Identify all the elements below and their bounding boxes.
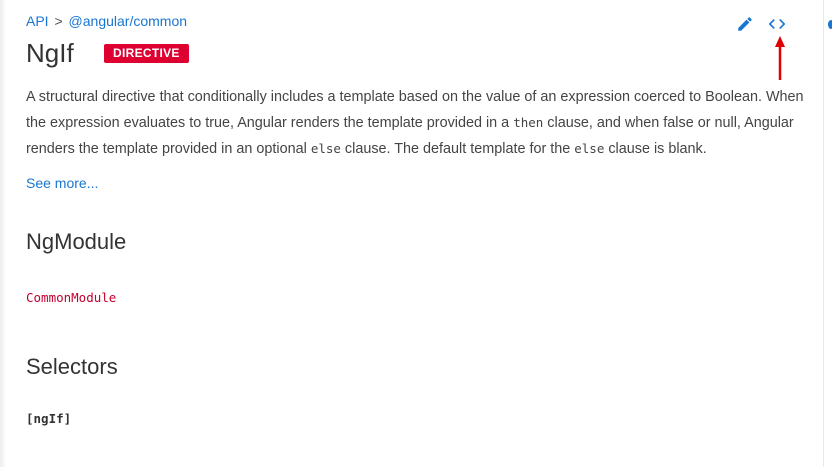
side-nav-indicator (828, 20, 832, 29)
breadcrumb: API > @angular/common (26, 13, 187, 29)
left-shadow (0, 0, 6, 467)
code-else: else (310, 141, 341, 156)
description-text-3: clause. The default template for the (340, 141, 575, 157)
right-side-panel-edge (823, 0, 832, 467)
breadcrumb-separator: > (54, 13, 63, 29)
annotation-arrow-icon (775, 36, 785, 80)
page-title: NgIf (26, 38, 74, 68)
common-module-link[interactable]: CommonModule (26, 290, 116, 306)
directive-description: A structural directive that conditionall… (26, 85, 806, 162)
ngmodule-heading: NgModule (26, 229, 127, 254)
selectors-heading: Selectors (26, 354, 118, 379)
code-then: then (513, 115, 544, 130)
pencil-icon (738, 17, 752, 31)
see-more-link[interactable]: See more... (26, 175, 98, 191)
view-source-button[interactable] (766, 13, 788, 35)
breadcrumb-package-link[interactable]: @angular/common (69, 13, 188, 29)
breadcrumb-api-link[interactable]: API (26, 13, 49, 29)
edit-button[interactable] (734, 13, 756, 35)
api-doc-page: API > @angular/common NgIf DIRECTIVE A s… (0, 0, 832, 467)
code-brackets-icon (768, 19, 786, 29)
selector-value: [ngIf] (26, 411, 72, 426)
directive-badge: DIRECTIVE (104, 44, 189, 63)
description-text-4: clause is blank. (604, 141, 707, 157)
code-else-2: else (574, 141, 605, 156)
